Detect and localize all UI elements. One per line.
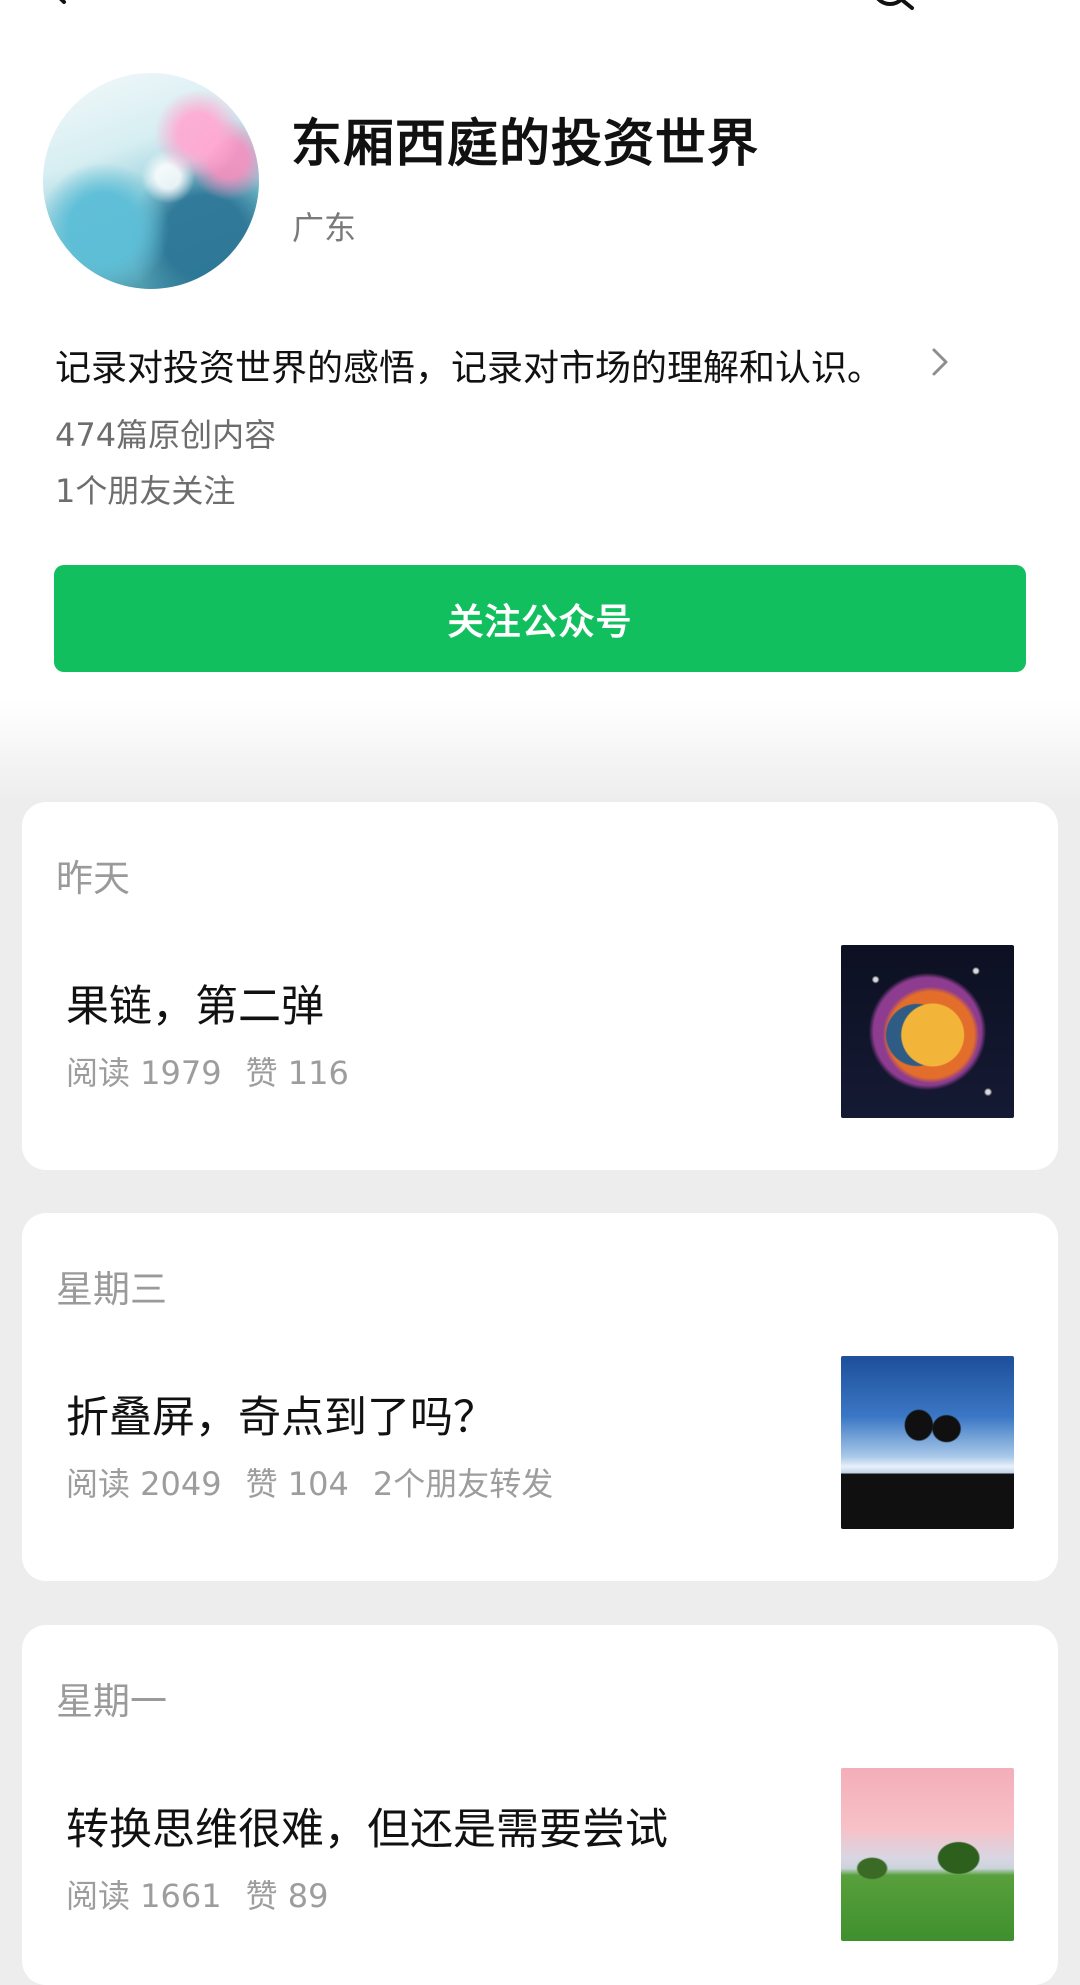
chevron-right-icon — [932, 348, 948, 376]
article-title: 折叠屏，奇点到了吗？ — [66, 1393, 496, 1443]
search-icon[interactable] — [870, 0, 918, 10]
profile-section: 东厢西庭的投资世界 广东 记录对投资世界的感悟，记录对市场的理解和认识。 474… — [0, 0, 1080, 800]
article-title: 果链，第二弹 — [66, 982, 324, 1032]
top-bar — [0, 0, 1080, 30]
article-meta: 阅读 2049 赞 104 2个朋友转发 — [66, 1459, 577, 1505]
article-thumbnail — [841, 945, 1014, 1118]
read-count: 阅读 2049 — [66, 1465, 222, 1503]
article-card: 昨天 果链，第二弹 阅读 1979 赞 116 — [22, 802, 1058, 1170]
account-region: 广东 — [292, 209, 357, 247]
read-count: 阅读 1979 — [66, 1054, 222, 1092]
bio-row[interactable]: 记录对投资世界的感悟，记录对市场的理解和认识。 — [55, 339, 955, 389]
account-name: 东厢西庭的投资世界 — [291, 115, 760, 174]
article-thumbnail — [841, 1768, 1014, 1941]
article-thumbnail — [841, 1356, 1014, 1529]
article-item[interactable]: 转换思维很难，但还是需要尝试 阅读 1661 赞 89 — [22, 1755, 1058, 1975]
follow-button[interactable]: 关注公众号 — [54, 565, 1026, 672]
read-count: 阅读 1661 — [66, 1877, 222, 1915]
article-card: 星期三 折叠屏，奇点到了吗？ 阅读 2049 赞 104 2个朋友转发 — [22, 1213, 1058, 1581]
avatar[interactable] — [43, 73, 259, 289]
bio-text: 记录对投资世界的感悟，记录对市场的理解和认识。 — [55, 348, 884, 389]
like-count: 赞 104 — [245, 1465, 349, 1503]
article-title: 转换思维很难，但还是需要尝试 — [66, 1805, 668, 1855]
original-content-count[interactable]: 474篇原创内容 — [55, 410, 276, 456]
article-date: 星期一 — [56, 1680, 167, 1723]
article-card: 星期一 转换思维很难，但还是需要尝试 阅读 1661 赞 89 — [22, 1625, 1058, 1985]
article-item[interactable]: 折叠屏，奇点到了吗？ 阅读 2049 赞 104 2个朋友转发 — [22, 1343, 1058, 1563]
back-arrow-icon[interactable] — [40, 0, 76, 6]
article-meta: 阅读 1661 赞 89 — [66, 1871, 353, 1917]
friend-shares: 2个朋友转发 — [372, 1465, 554, 1503]
like-count: 赞 89 — [245, 1877, 329, 1915]
friends-following[interactable]: 1个朋友关注 — [55, 466, 235, 512]
article-item[interactable]: 果链，第二弹 阅读 1979 赞 116 — [22, 932, 1058, 1152]
article-date: 星期三 — [56, 1268, 167, 1311]
article-meta: 阅读 1979 赞 116 — [66, 1048, 373, 1094]
article-date: 昨天 — [56, 857, 130, 900]
like-count: 赞 116 — [245, 1054, 349, 1092]
